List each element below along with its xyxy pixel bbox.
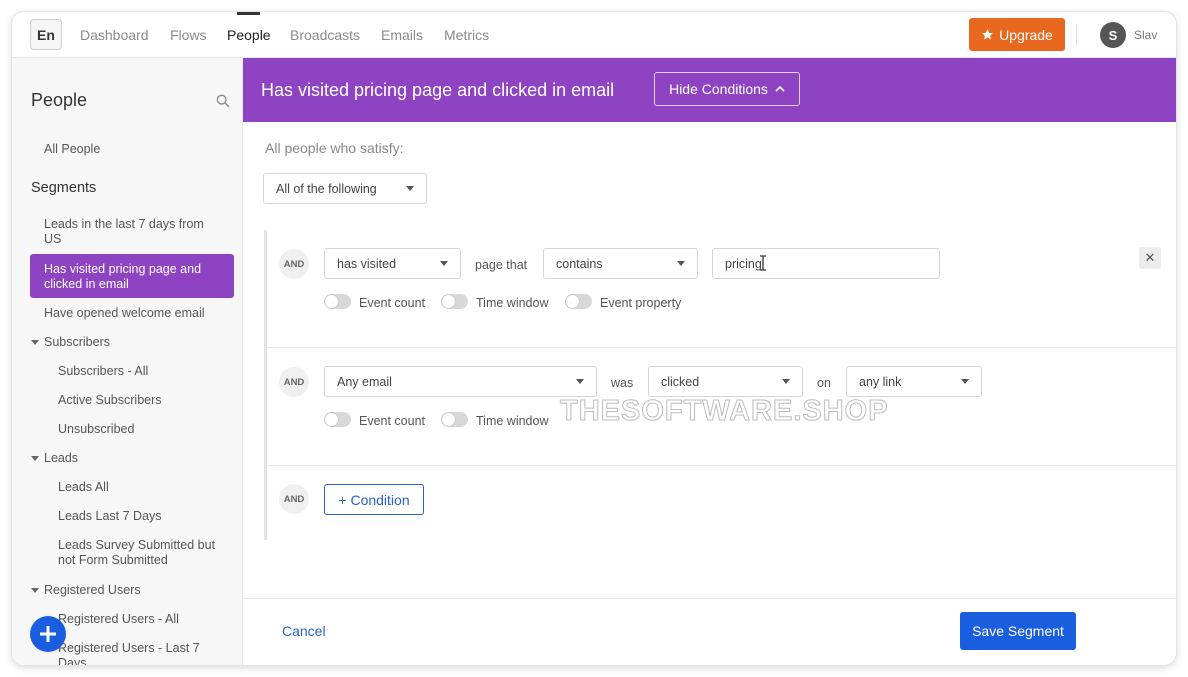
group-label: Registered Users: [44, 583, 141, 597]
action-value: has visited: [337, 256, 397, 271]
toggle-label: Event count: [359, 414, 426, 428]
caret-down-icon: [31, 339, 39, 345]
upgrade-label: Upgrade: [999, 26, 1053, 43]
text-cursor-icon: [760, 255, 766, 271]
sidebar-group-leads[interactable]: Leads: [31, 451, 78, 465]
watermark: THESOFTWARE.SHOP: [560, 395, 889, 428]
sidebar-item-segment[interactable]: Registered Users - All: [58, 612, 238, 627]
caret-down-icon: [782, 379, 790, 384]
search-icon[interactable]: [215, 93, 231, 109]
segment-title: Has visited pricing page and clicked in …: [261, 80, 615, 100]
event-property-toggle[interactable]: [565, 294, 592, 309]
sidebar-item-segment-selected[interactable]: Has visited pricing page and clicked in …: [30, 254, 234, 298]
app-window: En Dashboard Flows People Broadcasts Ema…: [12, 12, 1176, 665]
operator-select[interactable]: contains: [543, 248, 698, 279]
email-select[interactable]: Any email: [324, 366, 597, 397]
and-badge: AND: [279, 249, 309, 279]
plus-icon: [40, 626, 56, 642]
caret-down-icon: [31, 587, 39, 593]
nav-people[interactable]: People: [227, 27, 271, 43]
connector-label: on: [817, 376, 831, 390]
caret-down-icon: [677, 261, 685, 266]
condition-divider: [267, 465, 1176, 466]
event-count-toggle[interactable]: [324, 294, 351, 309]
toggle-label: Time window: [476, 296, 549, 310]
toggle-label: Event count: [359, 296, 426, 310]
sidebar-item-segment[interactable]: Leads All: [58, 480, 238, 495]
connector-label: was: [611, 376, 634, 390]
sidebar-item-segment[interactable]: Subscribers - All: [58, 364, 238, 379]
email-action-select[interactable]: clicked: [648, 366, 803, 397]
hide-conditions-label: Hide Conditions: [669, 81, 768, 97]
conditions-rail: [264, 230, 267, 540]
save-segment-button[interactable]: Save Segment: [960, 612, 1076, 650]
nav-dashboard[interactable]: Dashboard: [80, 27, 149, 43]
caret-down-icon: [961, 379, 969, 384]
cancel-button[interactable]: Cancel: [282, 623, 326, 639]
sidebar-item-segment[interactable]: Leads Last 7 Days: [58, 509, 238, 524]
event-count-toggle[interactable]: [324, 412, 351, 427]
nav-broadcasts[interactable]: Broadcasts: [290, 27, 360, 43]
match-mode-select[interactable]: All of the following: [263, 173, 427, 204]
email-value: Any email: [337, 374, 392, 389]
upgrade-button[interactable]: Upgrade: [969, 18, 1065, 51]
caret-down-icon: [406, 186, 414, 191]
caret-down-icon: [440, 261, 448, 266]
footer: Cancel Save Segment: [243, 598, 1176, 665]
remove-condition-button[interactable]: ✕: [1139, 247, 1161, 269]
toggle-label: Event property: [600, 296, 682, 310]
link-select[interactable]: any link: [846, 366, 982, 397]
segments-heading: Segments: [31, 180, 97, 196]
caret-down-icon: [31, 455, 39, 461]
time-window-toggle[interactable]: [441, 412, 468, 427]
sidebar-item-all-people[interactable]: All People: [44, 142, 224, 157]
sidebar: People All People Segments Leads in the …: [12, 58, 243, 665]
condition-divider: [267, 347, 1176, 348]
satisfy-label: All people who satisfy:: [265, 140, 404, 156]
sidebar-item-segment[interactable]: Leads Survey Submitted but not Form Subm…: [58, 538, 218, 568]
caret-down-icon: [576, 379, 584, 384]
time-window-toggle[interactable]: [441, 294, 468, 309]
nav-flows[interactable]: Flows: [170, 27, 207, 43]
add-condition-button[interactable]: + Condition: [324, 484, 424, 515]
close-icon: ✕: [1144, 250, 1156, 265]
match-mode-value: All of the following: [276, 181, 377, 196]
username[interactable]: Slav: [1134, 28, 1157, 42]
app-logo[interactable]: En: [30, 19, 62, 50]
sidebar-item-segment[interactable]: Unsubscribed: [58, 422, 238, 437]
connector-label: page that: [475, 258, 528, 272]
avatar[interactable]: S: [1100, 22, 1126, 48]
email-action-value: clicked: [661, 374, 700, 389]
link-value: any link: [859, 374, 902, 389]
operator-value: contains: [556, 256, 603, 271]
group-label: Subscribers: [44, 335, 110, 349]
group-label: Leads: [44, 451, 79, 465]
sidebar-item-segment[interactable]: Have opened welcome email: [44, 306, 224, 321]
active-nav-indicator: [237, 12, 260, 15]
toggle-label: Time window: [476, 414, 549, 428]
chevron-up-icon: [775, 85, 785, 92]
sidebar-item-segment[interactable]: Registered Users - Last 7 Days: [58, 641, 218, 665]
page-value-input[interactable]: pricing: [712, 248, 940, 279]
and-badge: AND: [279, 484, 309, 514]
sidebar-title: People: [31, 90, 88, 110]
and-badge: AND: [279, 367, 309, 397]
hide-conditions-button[interactable]: Hide Conditions: [654, 72, 800, 106]
nav-emails[interactable]: Emails: [381, 27, 423, 43]
action-select[interactable]: has visited: [324, 248, 461, 279]
sidebar-item-segment[interactable]: Active Subscribers: [58, 393, 238, 408]
sidebar-group-registered-users[interactable]: Registered Users: [31, 583, 141, 597]
sidebar-item-segment[interactable]: Leads in the last 7 days from US: [44, 217, 219, 247]
nav-divider: [1076, 24, 1077, 46]
sidebar-group-subscribers[interactable]: Subscribers: [31, 335, 110, 349]
add-button[interactable]: [30, 616, 66, 652]
top-navigation: En Dashboard Flows People Broadcasts Ema…: [12, 12, 1176, 58]
nav-metrics[interactable]: Metrics: [444, 27, 489, 43]
star-icon: [982, 29, 994, 40]
segment-header: Has visited pricing page and clicked in …: [243, 58, 1176, 122]
